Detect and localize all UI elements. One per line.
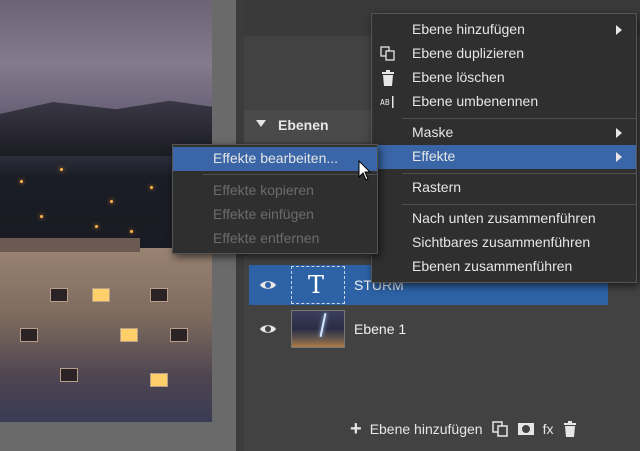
- menu-item-rasterize[interactable]: Rastern: [372, 176, 636, 200]
- text-tool-icon: T: [308, 271, 325, 299]
- menu-item-rename-layer[interactable]: AB Ebene umbenennen: [372, 90, 636, 114]
- collapse-caret-icon[interactable]: [256, 120, 266, 127]
- menu-item-label: Rastern: [412, 179, 462, 195]
- menu-item-label: Ebene hinzufügen: [412, 21, 525, 37]
- trash-icon: [382, 70, 394, 86]
- menu-item-label: Effekte einfügen: [213, 206, 314, 222]
- menu-separator: [402, 204, 636, 205]
- add-layer-button[interactable]: Ebene hinzufügen: [370, 421, 483, 437]
- menu-item-label: Ebene duplizieren: [412, 45, 525, 61]
- menu-item-duplicate-layer[interactable]: Ebene duplizieren: [372, 42, 636, 66]
- visibility-eye-icon[interactable]: [259, 320, 277, 338]
- layer-context-menu: Ebene hinzufügen Ebene duplizieren Ebene…: [371, 13, 637, 283]
- menu-item-label: Effekte: [412, 148, 456, 164]
- fx-button[interactable]: fx: [543, 421, 554, 437]
- building-window: [150, 373, 168, 387]
- trash-icon[interactable]: [561, 420, 579, 438]
- menu-item-label: Maske: [412, 124, 454, 140]
- menu-item-label: Effekte kopieren: [213, 182, 314, 198]
- building-window: [150, 288, 168, 302]
- visibility-eye-icon[interactable]: [259, 276, 277, 294]
- layers-bottom-toolbar: + Ebene hinzufügen fx: [350, 417, 579, 441]
- menu-item-paste-effects[interactable]: Effekte einfügen: [173, 203, 377, 227]
- building-window: [170, 328, 188, 342]
- city-light: [60, 168, 63, 171]
- submenu-arrow-icon: [616, 152, 622, 162]
- menu-item-effects[interactable]: Effekte: [372, 145, 636, 169]
- city-light: [40, 215, 43, 218]
- mask-icon[interactable]: [517, 420, 535, 438]
- menu-item-delete-layer[interactable]: Ebene löschen: [372, 66, 636, 90]
- menu-item-add-layer[interactable]: Ebene hinzufügen: [372, 18, 636, 42]
- city-light: [150, 186, 153, 189]
- menu-separator: [203, 174, 377, 175]
- submenu-arrow-icon: [616, 25, 622, 35]
- building-roof: [0, 238, 140, 252]
- submenu-arrow-icon: [616, 128, 622, 138]
- photo-building: [0, 238, 212, 422]
- building-window: [50, 288, 68, 302]
- building-window: [92, 288, 110, 302]
- menu-item-label: Ebene löschen: [412, 69, 505, 85]
- city-light: [20, 180, 23, 183]
- menu-item-merge-visible[interactable]: Sichtbares zusammenführen: [372, 231, 636, 255]
- building-window: [120, 328, 138, 342]
- layer-name[interactable]: Ebene 1: [354, 321, 406, 337]
- menu-item-label: Sichtbares zusammenführen: [412, 234, 591, 250]
- menu-item-copy-effects[interactable]: Effekte kopieren: [173, 179, 377, 203]
- menu-item-mask[interactable]: Maske: [372, 121, 636, 145]
- menu-separator: [402, 118, 636, 119]
- svg-text:AB: AB: [380, 98, 390, 107]
- menu-item-edit-effects[interactable]: Effekte bearbeiten...: [173, 147, 377, 171]
- menu-item-label: Effekte bearbeiten...: [213, 150, 339, 166]
- layers-panel-title: Ebenen: [278, 117, 329, 133]
- text-layer-thumbnail[interactable]: T: [291, 266, 345, 304]
- building-window: [20, 328, 38, 342]
- mouse-pointer-icon: [358, 160, 372, 181]
- duplicate-icon: [380, 46, 395, 61]
- menu-item-merge-layers[interactable]: Ebenen zusammenführen: [372, 255, 636, 279]
- menu-item-label: Ebene umbenennen: [412, 93, 539, 109]
- add-layer-plus-icon[interactable]: +: [350, 419, 362, 439]
- menu-item-label: Effekte entfernen: [213, 230, 320, 246]
- menu-item-merge-down[interactable]: Nach unten zusammenführen: [372, 207, 636, 231]
- layer-row-ebene-1[interactable]: Ebene 1: [249, 309, 608, 349]
- city-light: [110, 200, 113, 203]
- menu-separator: [402, 173, 636, 174]
- rename-icon: AB: [380, 96, 394, 108]
- menu-item-remove-effects[interactable]: Effekte entfernen: [173, 227, 377, 251]
- city-light: [130, 230, 133, 233]
- image-layer-thumbnail[interactable]: [291, 310, 345, 348]
- menu-item-label: Ebenen zusammenführen: [412, 258, 573, 274]
- effects-submenu: Effekte bearbeiten... Effekte kopieren E…: [172, 144, 378, 254]
- lightning-bolt: [319, 313, 327, 337]
- duplicate-icon[interactable]: [491, 420, 509, 438]
- building-window: [60, 368, 78, 382]
- city-light: [95, 225, 98, 228]
- menu-item-label: Nach unten zusammenführen: [412, 210, 596, 226]
